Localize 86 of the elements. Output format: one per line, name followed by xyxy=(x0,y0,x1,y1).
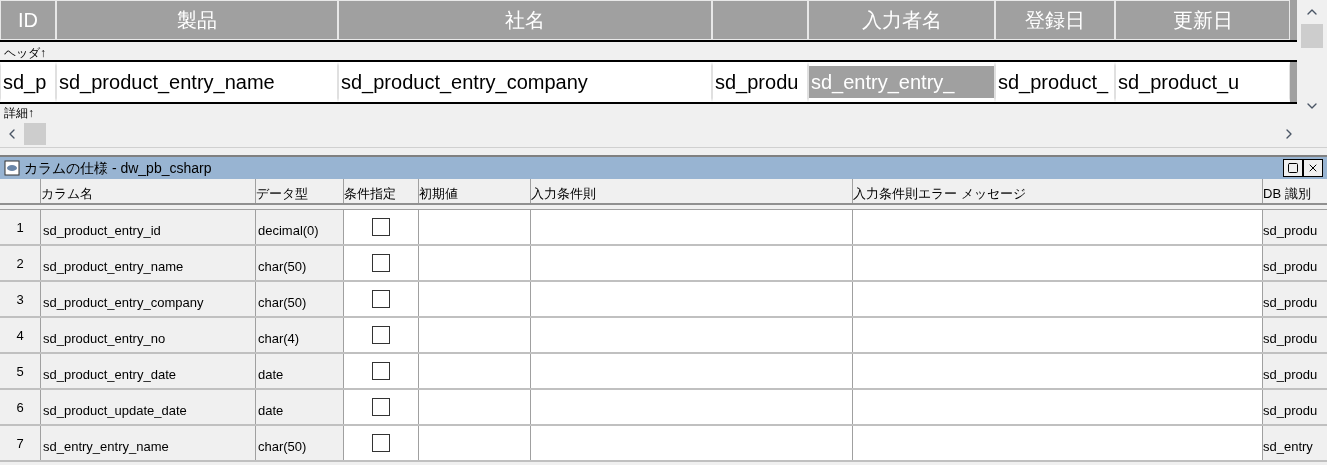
initial-value-field[interactable] xyxy=(418,246,530,280)
initial-value-field[interactable] xyxy=(418,426,530,460)
error-message-field[interactable] xyxy=(852,390,1262,424)
band-label: ヘッダ↑ xyxy=(3,46,46,60)
error-message-field[interactable] xyxy=(852,318,1262,352)
error-message-field[interactable] xyxy=(852,210,1262,244)
checkbox[interactable] xyxy=(372,218,390,236)
checkbox[interactable] xyxy=(372,254,390,272)
checkbox[interactable] xyxy=(372,290,390,308)
db-identifier: sd_produ xyxy=(1263,223,1318,238)
scroll-thumb[interactable] xyxy=(24,122,46,145)
row-number: 1 xyxy=(16,219,24,237)
document-icon xyxy=(4,160,20,176)
validation-field[interactable] xyxy=(530,282,852,316)
validation-field[interactable] xyxy=(530,390,852,424)
initial-value-field[interactable] xyxy=(418,390,530,424)
validation-field[interactable] xyxy=(530,246,852,280)
initial-value-field[interactable] xyxy=(418,282,530,316)
column-name: sd_product_entry_date xyxy=(43,367,176,382)
close-icon xyxy=(1307,162,1319,174)
data-type: date xyxy=(258,403,284,418)
detail-field[interactable]: sd_product_u xyxy=(1115,62,1290,102)
column-header: 登録日 xyxy=(1025,8,1085,33)
db-identifier: sd_produ xyxy=(1263,403,1318,418)
detail-field[interactable]: sd_p xyxy=(0,62,56,102)
column-header: ID xyxy=(18,8,38,33)
column-name: sd_product_update_date xyxy=(43,403,187,418)
error-message-field[interactable] xyxy=(852,426,1262,460)
db-identifier: sd_entry xyxy=(1263,439,1313,454)
column-name: sd_entry_entry_name xyxy=(43,439,169,454)
column-header: 更新日 xyxy=(1172,8,1233,33)
maximize-button[interactable] xyxy=(1283,159,1303,177)
column-header: DB 識別 xyxy=(1263,185,1311,203)
error-message-field[interactable] xyxy=(852,354,1262,388)
db-identifier: sd_produ xyxy=(1263,331,1318,346)
initial-value-field[interactable] xyxy=(418,354,530,388)
validation-field[interactable] xyxy=(530,354,852,388)
column-header: データ型 xyxy=(256,185,308,203)
row-number: 6 xyxy=(16,399,24,417)
column-header: 入力者名 xyxy=(861,8,942,33)
row-number: 4 xyxy=(16,327,24,345)
validation-field[interactable] xyxy=(530,318,852,352)
column-name: sd_product_entry_no xyxy=(43,331,166,346)
data-type: char(50) xyxy=(258,295,307,310)
column-header: 条件指定 xyxy=(344,185,396,203)
row-number: 5 xyxy=(16,363,24,381)
validation-field[interactable] xyxy=(530,210,852,244)
detail-field[interactable]: sd_produ xyxy=(712,62,808,102)
column-header: 社名 xyxy=(505,8,545,33)
column-name: sd_product_entry_company xyxy=(43,295,204,310)
data-type: char(50) xyxy=(258,439,307,454)
panel-title: カラムの仕様 - dw_pb_csharp xyxy=(24,158,212,178)
column-header: 入力条件則エラー メッセージ xyxy=(853,185,1026,203)
checkbox[interactable] xyxy=(372,326,390,344)
validation-field[interactable] xyxy=(530,426,852,460)
row-number: 3 xyxy=(16,291,24,309)
data-type: char(50) xyxy=(258,259,307,274)
db-identifier: sd_produ xyxy=(1263,367,1318,382)
db-identifier: sd_produ xyxy=(1263,259,1318,274)
column-header: カラム名 xyxy=(41,185,93,203)
initial-value-field[interactable] xyxy=(418,210,530,244)
column-header: 製品 xyxy=(177,8,217,33)
column-header: 入力条件則 xyxy=(531,185,596,203)
error-message-field[interactable] xyxy=(852,246,1262,280)
close-button[interactable] xyxy=(1303,159,1323,177)
checkbox[interactable] xyxy=(372,434,390,452)
maximize-icon xyxy=(1287,162,1299,174)
column-name: sd_product_entry_id xyxy=(43,223,161,238)
row-number: 7 xyxy=(16,435,24,453)
db-identifier: sd_produ xyxy=(1263,295,1318,310)
column-name: sd_product_entry_name xyxy=(43,259,184,274)
data-type: char(4) xyxy=(258,331,300,346)
checkbox[interactable] xyxy=(372,398,390,416)
horizontal-scrollbar[interactable] xyxy=(0,120,1327,148)
initial-value-field[interactable] xyxy=(418,318,530,352)
data-type: date xyxy=(258,367,284,382)
checkbox[interactable] xyxy=(372,362,390,380)
scroll-thumb[interactable] xyxy=(1301,24,1323,48)
row-number: 2 xyxy=(16,255,24,273)
column-header: 初期値 xyxy=(419,185,458,203)
detail-field[interactable]: sd_product_ xyxy=(995,62,1115,102)
detail-field[interactable]: sd_product_entry_name xyxy=(56,62,338,102)
error-message-field[interactable] xyxy=(852,282,1262,316)
detail-field[interactable]: sd_product_entry_company xyxy=(338,62,712,102)
data-type: decimal(0) xyxy=(258,223,319,238)
band-label: 詳細↑ xyxy=(3,106,34,120)
